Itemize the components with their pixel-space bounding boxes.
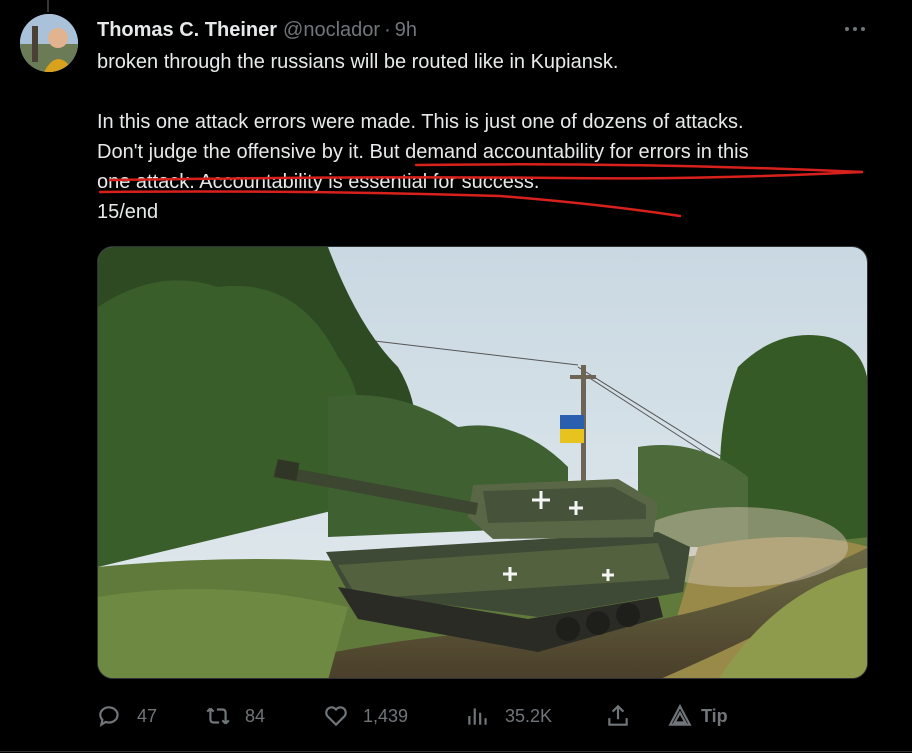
- tweet-header: Thomas C. Theiner @noclador · 9h: [97, 16, 417, 44]
- tweet-line: one attack. Accountability is essential …: [97, 171, 540, 193]
- tip-label: Tip: [701, 705, 728, 726]
- retweet-button[interactable]: 84: [205, 698, 265, 734]
- share-icon: [608, 704, 628, 726]
- retweet-icon: [206, 707, 230, 725]
- reply-count: 47: [137, 705, 158, 726]
- share-button[interactable]: [605, 698, 631, 734]
- views-button[interactable]: 35.2K: [465, 698, 552, 734]
- tweet-text: broken through the russians will be rout…: [97, 47, 887, 227]
- like-button[interactable]: 1,439: [323, 698, 408, 734]
- views-count: 35.2K: [505, 705, 553, 726]
- like-count: 1,439: [363, 705, 409, 726]
- tip-button[interactable]: Tip: [667, 698, 728, 734]
- avatar-photo: [20, 14, 78, 72]
- divider: [0, 751, 912, 752]
- reply-icon: [99, 706, 119, 727]
- more-horizontal-icon: [845, 27, 865, 31]
- separator-dot: ·: [384, 18, 391, 41]
- timestamp[interactable]: 9h: [395, 19, 417, 42]
- thread-connector: [47, 0, 49, 12]
- reply-button[interactable]: 47: [97, 698, 157, 734]
- user-handle[interactable]: @noclador: [283, 19, 380, 42]
- tweet-line: 15/end: [97, 201, 159, 223]
- tweet-line: In this one attack errors were made. Thi…: [97, 111, 744, 133]
- tweet-line: broken through the russians will be rout…: [97, 51, 619, 73]
- display-name[interactable]: Thomas C. Theiner: [97, 19, 277, 42]
- heart-icon: [325, 706, 347, 727]
- tweet-actions: 47 84 1,439 35.2K Tip: [97, 698, 797, 734]
- tweet-media-image[interactable]: [97, 246, 868, 679]
- avatar[interactable]: [20, 14, 78, 72]
- tweet-line: Don't judge the offensive by it. But dem…: [97, 141, 749, 163]
- more-options-button[interactable]: [840, 14, 870, 44]
- views-icon: [468, 708, 487, 725]
- tank-photo: [98, 247, 867, 678]
- tip-icon: [668, 703, 692, 726]
- tweet-line-blank: [97, 77, 887, 107]
- retweet-count: 84: [245, 705, 266, 726]
